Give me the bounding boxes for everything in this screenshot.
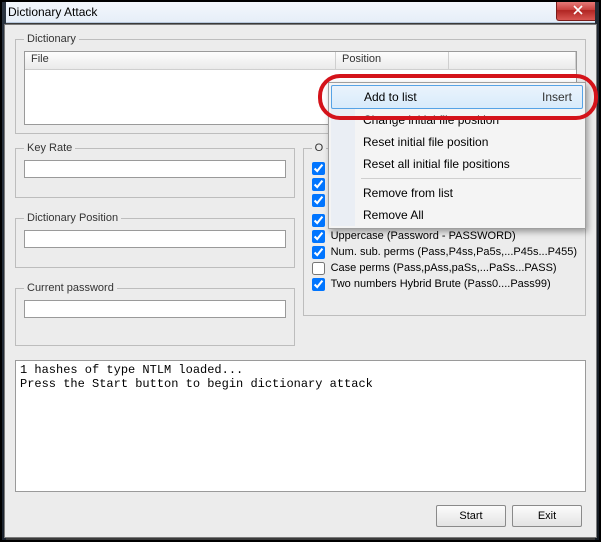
dictionary-legend: Dictionary	[24, 33, 79, 45]
start-button[interactable]: Start	[436, 505, 506, 527]
option-checkbox[interactable]	[312, 246, 325, 259]
menu-item-label: Remove from list	[363, 186, 453, 200]
option-checkbox[interactable]	[312, 162, 325, 175]
log-output: 1 hashes of type NTLM loaded... Press th…	[15, 360, 586, 492]
option-label: Num. sub. perms (Pass,P4ss,Pa5s,...P45s.…	[331, 246, 577, 258]
menu-item[interactable]: Add to list Insert	[331, 85, 583, 109]
option-checkbox[interactable]	[312, 214, 325, 227]
menu-item[interactable]: Remove All	[331, 204, 583, 226]
close-icon	[573, 5, 583, 18]
option-checkbox[interactable]	[312, 262, 325, 275]
close-button[interactable]	[556, 2, 599, 21]
dictionary-position-group: Dictionary Position	[15, 212, 295, 268]
option-label: Case perms (Pass,pAss,paSs,...PaSs...PAS…	[331, 262, 557, 274]
menu-item-label: Remove All	[363, 208, 424, 222]
menu-item-label: Reset initial file position	[363, 135, 488, 149]
menu-item-label: Reset all initial file positions	[363, 157, 510, 171]
option-row[interactable]: Case perms (Pass,pAss,paSs,...PaSs...PAS…	[312, 260, 577, 276]
option-checkbox[interactable]	[312, 178, 325, 191]
dictionary-position-legend: Dictionary Position	[24, 212, 121, 224]
column-position[interactable]: Position	[336, 52, 449, 69]
options-legend: O	[312, 142, 327, 154]
menu-item-shortcut: Insert	[542, 90, 572, 104]
menu-separator	[361, 178, 581, 179]
menu-item[interactable]: Reset all initial file positions	[331, 153, 583, 175]
key-rate-group: Key Rate	[15, 142, 295, 198]
option-checkbox[interactable]	[312, 194, 325, 207]
title-bar: Dictionary Attack	[2, 2, 599, 23]
option-row[interactable]: Two numbers Hybrid Brute (Pass0....Pass9…	[312, 276, 577, 292]
menu-item-label: Change initial file position	[363, 113, 499, 127]
option-checkbox[interactable]	[312, 230, 325, 243]
current-password-group: Current password	[15, 282, 295, 346]
menu-item-label: Add to list	[364, 90, 417, 104]
menu-item[interactable]: Reset initial file position	[331, 131, 583, 153]
current-password-field[interactable]	[24, 300, 286, 318]
context-menu: Add to list Insert Change initial file pos…	[328, 82, 586, 229]
menu-item[interactable]: Remove from list	[331, 182, 583, 204]
option-label: Uppercase (Password - PASSWORD)	[331, 230, 516, 242]
key-rate-field[interactable]	[24, 160, 286, 178]
dictionary-list-header: File Position	[25, 52, 576, 70]
column-spacer	[449, 52, 576, 69]
option-label: Two numbers Hybrid Brute (Pass0....Pass9…	[331, 278, 551, 290]
option-row[interactable]: Uppercase (Password - PASSWORD)	[312, 228, 577, 244]
current-password-legend: Current password	[24, 282, 117, 294]
column-file[interactable]: File	[25, 52, 336, 69]
option-row[interactable]: Num. sub. perms (Pass,P4ss,Pa5s,...P45s.…	[312, 244, 577, 260]
window-title: Dictionary Attack	[8, 5, 97, 19]
option-checkbox[interactable]	[312, 278, 325, 291]
dictionary-position-field[interactable]	[24, 230, 286, 248]
key-rate-legend: Key Rate	[24, 142, 75, 154]
menu-item[interactable]: Change initial file position	[331, 109, 583, 131]
exit-button[interactable]: Exit	[512, 505, 582, 527]
